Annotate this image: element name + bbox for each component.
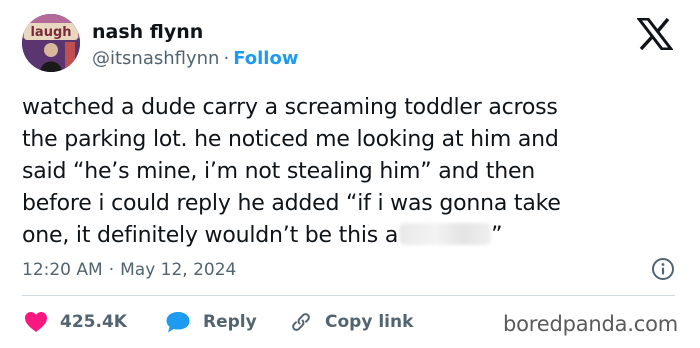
tweet-line-last-prefix: one, it definitely wouldn’t be this a: [22, 223, 399, 248]
divider: [22, 295, 675, 296]
timestamp-separator: ·: [108, 260, 115, 280]
like-count: 425.4K: [60, 312, 127, 332]
tweet-line: before i could reply he added “if i was …: [22, 191, 561, 216]
info-icon[interactable]: [651, 257, 675, 281]
heart-icon: [25, 312, 47, 332]
like-button[interactable]: 425.4K: [24, 309, 127, 335]
tweet-date: May 12, 2024: [120, 260, 237, 280]
tweet-time: 12:20 AM: [22, 260, 103, 280]
avatar-image: laugh: [22, 14, 80, 72]
reply-button[interactable]: Reply: [165, 309, 257, 335]
reply-label: Reply: [203, 312, 257, 332]
avatar[interactable]: laugh: [22, 14, 80, 72]
handle-separator: ·: [223, 48, 230, 69]
tweet-line: the parking lot. he noticed me looking a…: [22, 127, 559, 152]
x-logo-icon[interactable]: [637, 18, 673, 50]
tweet-line-last-suffix: ”: [491, 223, 503, 248]
author-handle-row: @itsnashflynn · Follow: [92, 47, 298, 71]
follow-link[interactable]: Follow: [233, 48, 298, 69]
tweet-card: laugh nash flynn @itsnashflynn · Follow wa…: [0, 0, 700, 348]
avatar-sign-text: laugh: [30, 25, 71, 40]
tweet-line: watched a dude carry a screaming toddler…: [22, 95, 558, 120]
copy-link-label: Copy link: [325, 312, 414, 332]
tweet-line: said “he’s mine, i’m not stealing him” a…: [22, 159, 536, 184]
watermark: boredpanda.com: [503, 312, 679, 336]
censored-word-blur: [399, 223, 492, 245]
author-handle[interactable]: @itsnashflynn: [92, 48, 219, 69]
tweet-timestamp[interactable]: 12:20 AM · May 12, 2024: [22, 259, 236, 281]
speech-bubble-icon: [166, 312, 190, 333]
tweet-line-last: one, it definitely wouldn’t be this a ”: [22, 220, 672, 252]
link-icon: [292, 313, 310, 331]
author-name[interactable]: nash flynn: [92, 20, 203, 44]
tweet-text: watched a dude carry a screaming toddler…: [22, 92, 672, 252]
copy-link-button[interactable]: Copy link: [289, 309, 413, 335]
